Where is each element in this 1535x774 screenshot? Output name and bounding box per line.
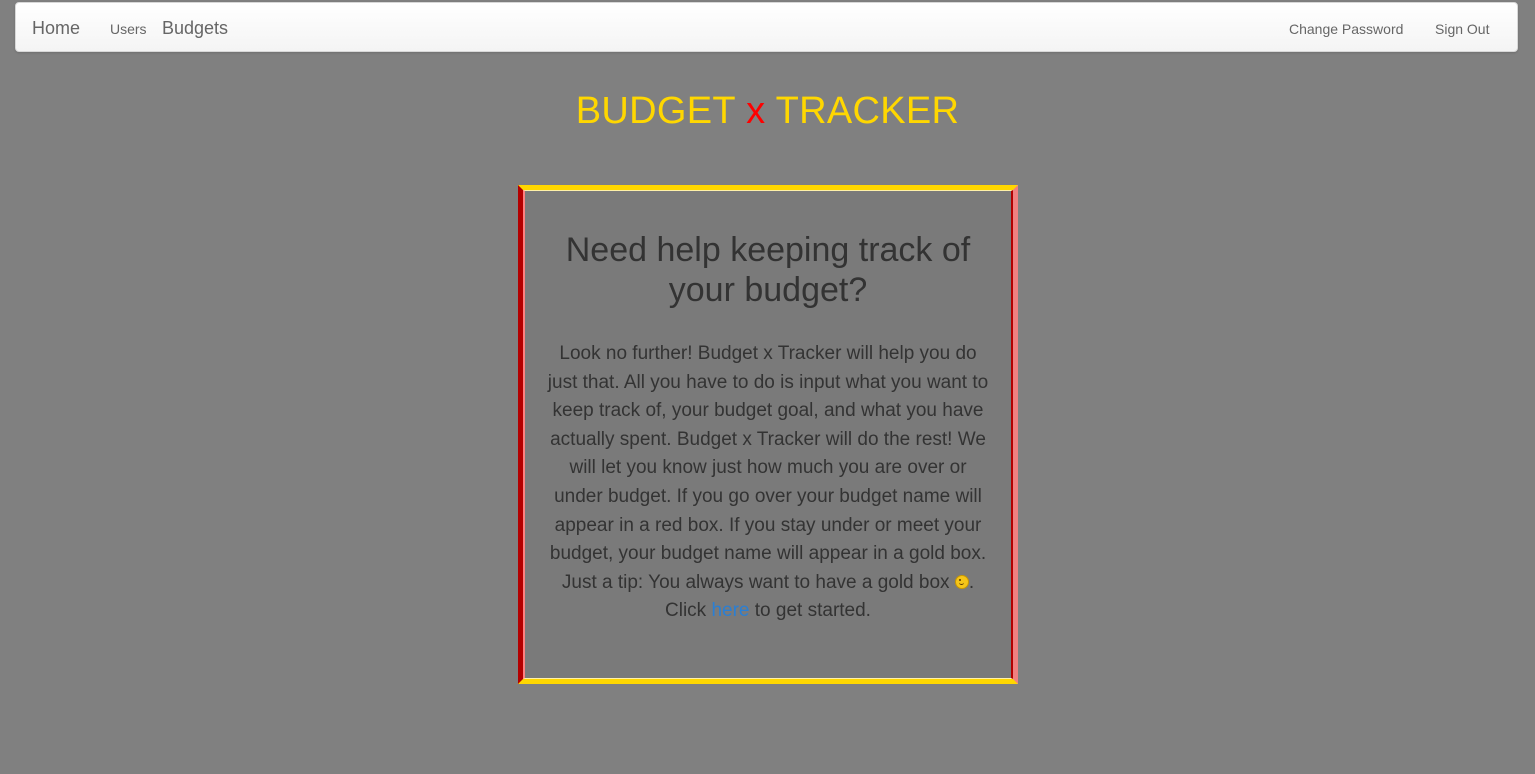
info-heading: Need help keeping track of your budget? bbox=[565, 231, 971, 309]
info-body-text: Look no further! Budget x Tracker will h… bbox=[547, 343, 989, 593]
page-title: BUDGET x TRACKER bbox=[0, 90, 1535, 133]
wink-smiley-icon bbox=[954, 574, 969, 589]
info-body: Look no further! Budget x Tracker will h… bbox=[543, 340, 993, 626]
brand-x: x bbox=[746, 90, 766, 132]
nav-users-link[interactable]: Users bbox=[110, 21, 147, 37]
get-started-link[interactable]: here bbox=[711, 600, 749, 621]
info-box: Need help keeping track of your budget? … bbox=[518, 185, 1018, 684]
brand-part-budget: BUDGET bbox=[575, 90, 736, 132]
info-body-end: to get started. bbox=[754, 600, 871, 622]
nav-change-password-link[interactable]: Change Password bbox=[1289, 21, 1403, 37]
top-navbar: Home Users Budgets Change Password Sign … bbox=[15, 2, 1518, 52]
brand-part-tracker: TRACKER bbox=[775, 90, 960, 132]
nav-budgets-link[interactable]: Budgets bbox=[162, 18, 228, 39]
nav-home-link[interactable]: Home bbox=[32, 18, 80, 39]
nav-sign-out-link[interactable]: Sign Out bbox=[1435, 21, 1489, 37]
